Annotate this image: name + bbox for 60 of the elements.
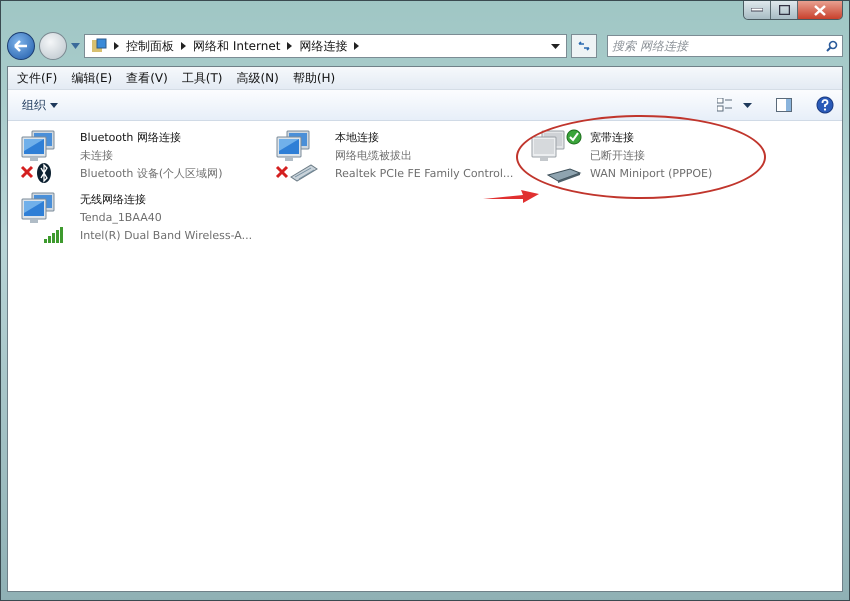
menu-item[interactable]: 帮助(H) xyxy=(288,68,340,88)
computers-icon xyxy=(22,130,54,161)
adapter-name: Intel(R) Dual Band Wireless-A... xyxy=(80,228,252,244)
back-button[interactable] xyxy=(7,32,35,60)
adapter-name: Bluetooth 设备(个人区域网) xyxy=(80,166,222,182)
history-dropdown-icon[interactable] xyxy=(71,43,80,49)
search-icon[interactable] xyxy=(826,40,838,52)
network-cable-icon xyxy=(290,164,318,182)
computers-icon xyxy=(532,130,564,161)
caret-icon xyxy=(50,102,58,108)
refresh-icon xyxy=(577,40,591,52)
modem-icon xyxy=(546,168,582,183)
connection-status: 网络电缆被拔出 xyxy=(335,148,413,164)
chevron-icon[interactable] xyxy=(287,42,292,50)
control-panel-icon xyxy=(91,38,107,54)
breadcrumb[interactable]: 网络和 Internet xyxy=(193,38,280,54)
menu-item[interactable]: 文件(F) xyxy=(12,68,62,88)
close-icon xyxy=(814,4,826,16)
menu-item[interactable]: 查看(V) xyxy=(121,68,173,88)
refresh-button[interactable] xyxy=(571,34,597,58)
search-field[interactable]: 搜索 网络连接 xyxy=(607,35,843,57)
chevron-icon[interactable] xyxy=(114,42,119,50)
connection-name: 宽带连接 xyxy=(590,130,635,146)
breadcrumb[interactable]: 控制面板 xyxy=(126,38,174,54)
connection-name: 无线网络连接 xyxy=(80,192,147,208)
breadcrumb[interactable]: 网络连接 xyxy=(299,38,348,54)
computers-icon xyxy=(22,192,54,223)
back-arrow-icon xyxy=(14,40,28,52)
view-options-icon[interactable] xyxy=(717,98,733,112)
connection-item[interactable]: Bluetooth 网络连接 未连接 Bluetooth 设备(个人区域网) xyxy=(20,129,275,191)
organize-button[interactable]: 组织 xyxy=(16,94,64,116)
connection-item[interactable]: 无线网络连接 Tenda_1BAA40 Intel(R) Dual Band Wireless-A... xyxy=(20,191,275,253)
minimize-icon xyxy=(751,8,763,12)
help-icon[interactable] xyxy=(816,96,834,114)
connection-status: 已断开连接 xyxy=(590,148,646,164)
close-button[interactable] xyxy=(798,1,842,19)
menu-item[interactable]: 工具(T) xyxy=(176,68,228,88)
connection-item[interactable]: 宽带连接 已断开连接 WAN Miniport (PPPOE) xyxy=(530,129,785,191)
connection-status: Tenda_1BAA40 xyxy=(80,210,163,226)
chevron-icon[interactable] xyxy=(181,42,186,50)
preview-pane-icon[interactable] xyxy=(776,98,792,112)
dropdown-icon[interactable] xyxy=(743,102,752,108)
adapter-name: Realtek PCIe FE Family Control... xyxy=(335,166,514,182)
signal-bars-icon xyxy=(44,227,63,243)
address-bar[interactable]: 控制面板 网络和 Internet 网络连接 xyxy=(84,34,567,58)
annotation-arrow xyxy=(483,189,539,205)
connection-name: Bluetooth 网络连接 xyxy=(80,130,182,146)
dropdown-icon[interactable] xyxy=(551,44,560,48)
menu-item[interactable]: 编辑(E) xyxy=(66,68,118,88)
menu-item[interactable]: 高级(N) xyxy=(232,68,284,88)
chevron-icon[interactable] xyxy=(354,42,360,50)
connection-name: 本地连接 xyxy=(335,130,380,146)
maximize-icon xyxy=(778,5,790,15)
minimize-button[interactable] xyxy=(744,1,771,19)
adapter-name: WAN Miniport (PPPOE) xyxy=(590,166,712,182)
computers-icon xyxy=(276,130,310,161)
bluetooth-icon xyxy=(37,163,51,183)
maximize-button[interactable] xyxy=(771,1,798,19)
connection-status: 未连接 xyxy=(80,148,114,164)
connection-item[interactable]: 本地连接 网络电缆被拔出 Realtek PCIe FE Family Control... xyxy=(275,129,530,191)
